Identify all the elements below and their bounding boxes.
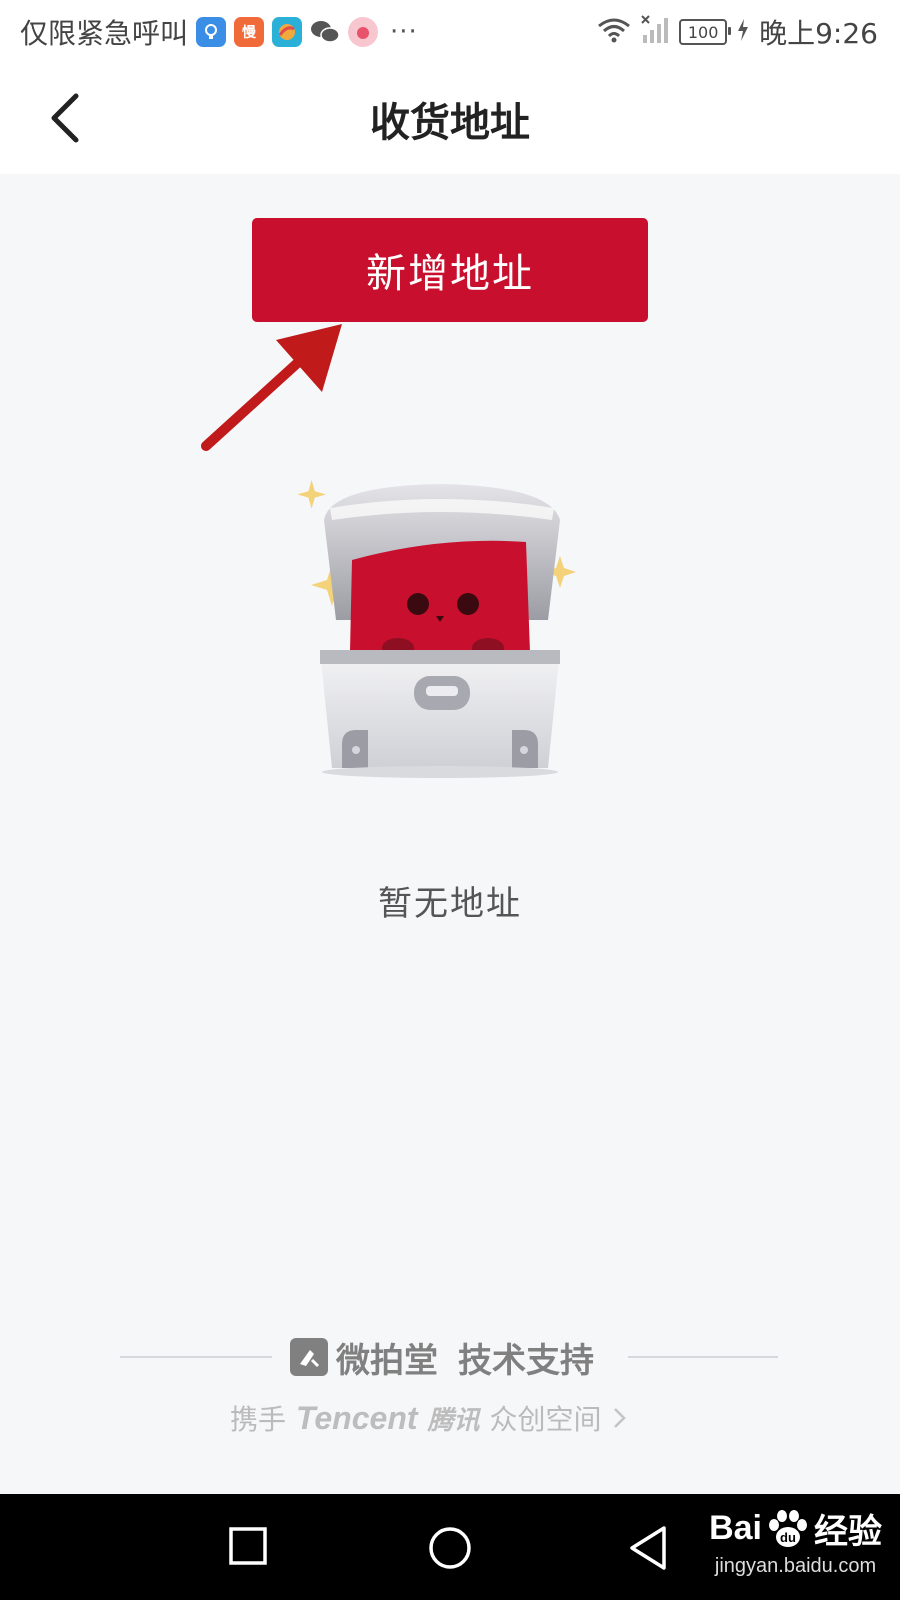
signal-icon <box>641 15 669 49</box>
chevron-right-icon <box>613 1408 626 1428</box>
svg-text:du: du <box>780 1530 796 1545</box>
add-address-button[interactable]: 新增地址 <box>252 218 648 322</box>
charging-icon <box>737 19 749 45</box>
recent-apps-button[interactable] <box>226 1524 274 1572</box>
footer-support: 微拍堂 技术支持 <box>290 1334 594 1381</box>
footer-brand-name: 微拍堂 <box>336 1340 438 1381</box>
tencent-logo-text: Tencent <box>296 1399 418 1436</box>
home-icon <box>429 1527 471 1569</box>
browser-app-icon <box>272 17 303 47</box>
page-title: 收货地址 <box>370 100 530 146</box>
system-nav-bar: Bai du 经验 jingyan.baidu.com <box>0 1494 900 1600</box>
wechat-icon <box>310 17 340 47</box>
tencent-cn-text: 腾讯 <box>427 1405 480 1436</box>
baidu-paw-icon: du <box>769 1509 807 1547</box>
home-button[interactable] <box>426 1524 474 1572</box>
pink-app-icon <box>348 17 379 47</box>
empty-chest-illustration <box>297 480 576 778</box>
baidu-jingyan-watermark: Bai du 经验 jingyan.baidu.com <box>709 1504 882 1578</box>
status-bar-right: 100 晚上9:26 <box>597 12 878 52</box>
watermark-brand-cn: 经验 <box>814 1513 882 1551</box>
weipaitang-logo-icon <box>290 1338 328 1376</box>
watermark-bai-text: Bai <box>709 1509 762 1547</box>
footer-divider-right <box>628 1356 778 1358</box>
nav-back-button[interactable] <box>626 1524 674 1572</box>
empty-state-text: 暂无地址 <box>378 884 522 924</box>
status-bar-left: 仅限紧急呼叫 慢 ··· <box>20 12 418 52</box>
app-header: 收货地址 <box>0 62 900 174</box>
recent-apps-icon <box>229 1527 267 1565</box>
lightbulb-icon <box>196 17 227 47</box>
status-bar: 仅限紧急呼叫 慢 ··· 100 晚上9:26 <box>0 0 900 62</box>
footer-support-text: 技术支持 <box>458 1340 594 1381</box>
more-notifications-icon: ··· <box>390 17 418 47</box>
watermark-url: jingyan.baidu.com <box>714 1555 877 1577</box>
footer-partner-suffix: 众创空间 <box>489 1403 602 1436</box>
footer-divider-left <box>120 1356 272 1358</box>
battery-indicator: 100 <box>679 19 732 45</box>
annotation-arrow-icon <box>201 324 342 451</box>
carrier-text: 仅限紧急呼叫 <box>20 17 189 50</box>
footer-partner-link[interactable]: 携手 Tencent 腾讯 众创空间 <box>230 1398 628 1438</box>
back-triangle-icon <box>630 1526 666 1570</box>
wifi-icon <box>597 16 631 48</box>
footer-partner-prefix: 携手 <box>230 1403 287 1436</box>
man-app-icon: 慢 <box>234 17 265 47</box>
clock: 晚上9:26 <box>759 17 878 50</box>
watermark-main: Bai du 经验 <box>709 1504 882 1553</box>
